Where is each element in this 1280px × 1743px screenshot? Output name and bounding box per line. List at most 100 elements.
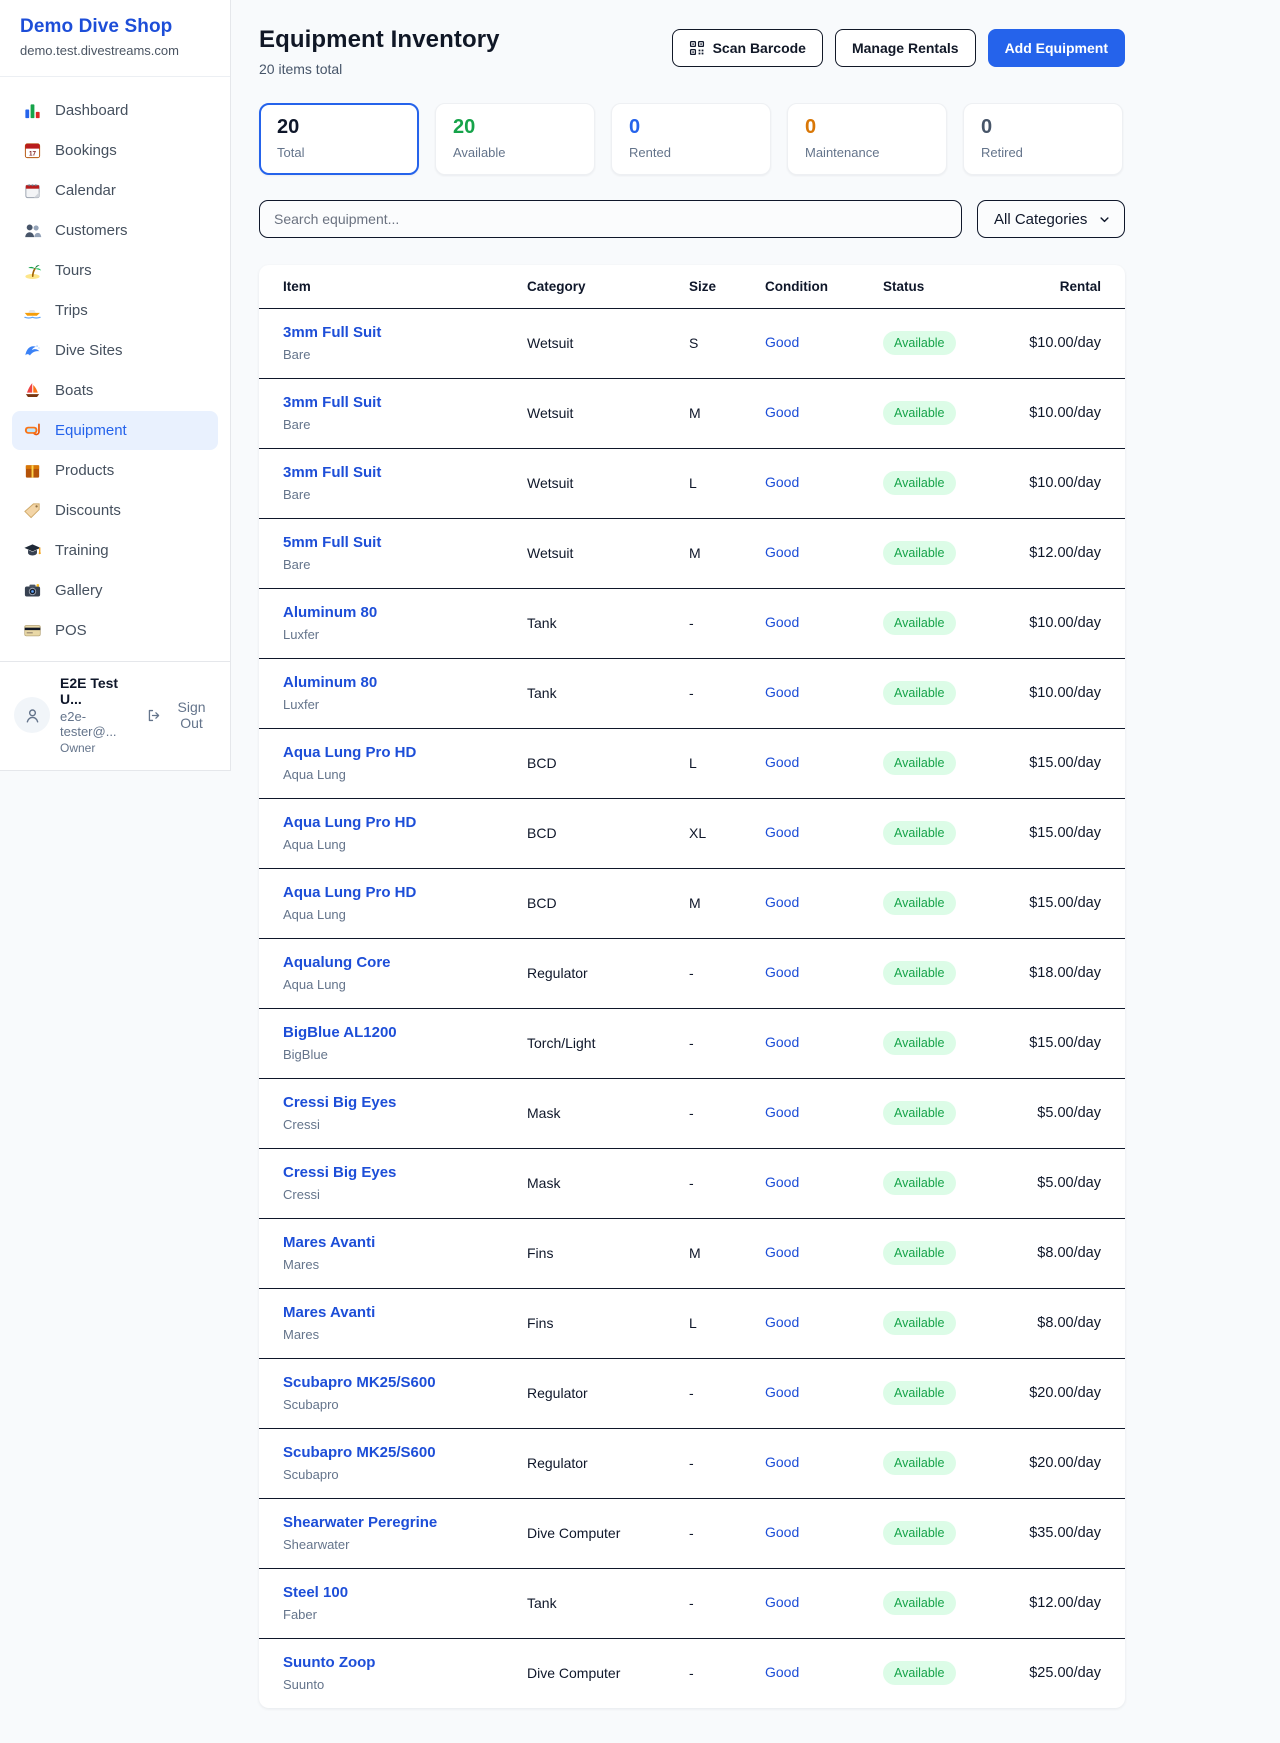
condition-link[interactable]: Good [765,1384,799,1400]
stat-label-rented: Rented [629,145,753,160]
cell-category: Mask [527,1105,689,1121]
stat-card-maintenance[interactable]: 0Maintenance [787,103,947,175]
sign-out-button[interactable]: Sign Out [146,699,216,731]
condition-link[interactable]: Good [765,1034,799,1050]
sidebar-item-tours[interactable]: Tours [12,251,218,290]
column-header-rental: Rental [985,279,1101,294]
item-name-link[interactable]: Shearwater Peregrine [283,1513,527,1533]
table-row: Aqua Lung Pro HDAqua LungBCDMGoodAvailab… [259,868,1125,938]
item-name-link[interactable]: Aqua Lung Pro HD [283,883,527,903]
item-name-link[interactable]: Cressi Big Eyes [283,1093,527,1113]
item-name-link[interactable]: Cressi Big Eyes [283,1163,527,1183]
page: Demo Dive Shop demo.test.divestreams.com… [0,0,1280,1743]
sidebar-item-products[interactable]: Products [12,451,218,490]
cell-category: Wetsuit [527,335,689,351]
sidebar-item-boats[interactable]: Boats [12,371,218,410]
condition-link[interactable]: Good [765,1174,799,1190]
search-input[interactable] [259,200,962,238]
condition-link[interactable]: Good [765,894,799,910]
cell-size: - [689,615,765,631]
cell-size: - [689,1175,765,1191]
status-badge: Available [883,611,956,635]
sidebar-item-trips[interactable]: Trips [12,291,218,330]
stat-card-total[interactable]: 20Total [259,103,419,175]
sidebar-item-customers[interactable]: Customers [12,211,218,250]
condition-link[interactable]: Good [765,334,799,350]
item-name-link[interactable]: 5mm Full Suit [283,533,527,553]
condition-link[interactable]: Good [765,824,799,840]
condition-link[interactable]: Good [765,544,799,560]
bar-chart-icon [23,101,42,120]
item-name-link[interactable]: Suunto Zoop [283,1653,527,1673]
item-name-link[interactable]: Mares Avanti [283,1303,527,1323]
item-name-link[interactable]: Aluminum 80 [283,603,527,623]
cell-size: - [689,685,765,701]
condition-link[interactable]: Good [765,1244,799,1260]
status-badge: Available [883,471,956,495]
cell-category: BCD [527,825,689,841]
dive-mask-icon [23,421,42,440]
status-badge: Available [883,541,956,565]
table-row: Aqua Lung Pro HDAqua LungBCDXLGoodAvaila… [259,798,1125,868]
cell-rental: $10.00/day [985,335,1101,351]
condition-link[interactable]: Good [765,1454,799,1470]
condition-link[interactable]: Good [765,474,799,490]
stat-card-available[interactable]: 20Available [435,103,595,175]
cell-item: Aqua Lung Pro HDAqua Lung [283,883,527,923]
add-equipment-button[interactable]: Add Equipment [988,29,1125,67]
stat-label-retired: Retired [981,145,1105,160]
sidebar-item-equipment[interactable]: Equipment [12,411,218,450]
item-name-link[interactable]: Scubapro MK25/S600 [283,1373,527,1393]
item-name-link[interactable]: 3mm Full Suit [283,463,527,483]
item-brand: Aqua Lung [283,766,527,783]
stat-card-retired[interactable]: 0Retired [963,103,1123,175]
calendar-icon: 17 [23,141,42,160]
sidebar-item-label: Dive Sites [55,342,123,359]
cell-rental: $10.00/day [985,685,1101,701]
item-name-link[interactable]: 3mm Full Suit [283,323,527,343]
stat-card-rented[interactable]: 0Rented [611,103,771,175]
logout-icon [146,707,161,724]
item-brand: Mares [283,1326,527,1343]
condition-link[interactable]: Good [765,1524,799,1540]
condition-link[interactable]: Good [765,684,799,700]
item-name-link[interactable]: Scubapro MK25/S600 [283,1443,527,1463]
status-badge: Available [883,1171,956,1195]
sidebar-item-dashboard[interactable]: Dashboard [12,91,218,130]
sidebar-item-training[interactable]: Training [12,531,218,570]
item-name-link[interactable]: Aqualung Core [283,953,527,973]
condition-link[interactable]: Good [765,404,799,420]
sidebar-item-dive-sites[interactable]: Dive Sites [12,331,218,370]
category-select[interactable]: All Categories [977,200,1125,238]
item-brand: Mares [283,1256,527,1273]
cell-item: Aluminum 80Luxfer [283,673,527,713]
item-name-link[interactable]: 3mm Full Suit [283,393,527,413]
condition-link[interactable]: Good [765,1594,799,1610]
sidebar-item-label: Equipment [55,422,127,439]
sidebar-item-pos[interactable]: POS [12,611,218,650]
item-name-link[interactable]: Steel 100 [283,1583,527,1603]
condition-link[interactable]: Good [765,1664,799,1680]
manage-rentals-button[interactable]: Manage Rentals [835,29,976,67]
brand-title[interactable]: Demo Dive Shop [20,16,210,38]
condition-link[interactable]: Good [765,964,799,980]
brand-block: Demo Dive Shop demo.test.divestreams.com [0,0,230,77]
item-name-link[interactable]: Mares Avanti [283,1233,527,1253]
condition-link[interactable]: Good [765,1104,799,1120]
sidebar-item-discounts[interactable]: Discounts [12,491,218,530]
item-name-link[interactable]: Aqua Lung Pro HD [283,813,527,833]
sidebar-item-calendar[interactable]: Calendar [12,171,218,210]
item-name-link[interactable]: Aluminum 80 [283,673,527,693]
sidebar-item-gallery[interactable]: Gallery [12,571,218,610]
status-badge: Available [883,681,956,705]
condition-link[interactable]: Good [765,1314,799,1330]
item-brand: Luxfer [283,626,527,643]
status-badge: Available [883,1031,956,1055]
item-name-link[interactable]: Aqua Lung Pro HD [283,743,527,763]
condition-link[interactable]: Good [765,614,799,630]
item-name-link[interactable]: BigBlue AL1200 [283,1023,527,1043]
scan-barcode-button[interactable]: Scan Barcode [672,29,823,67]
condition-link[interactable]: Good [765,754,799,770]
sidebar-item-bookings[interactable]: 17Bookings [12,131,218,170]
status-badge: Available [883,331,956,355]
